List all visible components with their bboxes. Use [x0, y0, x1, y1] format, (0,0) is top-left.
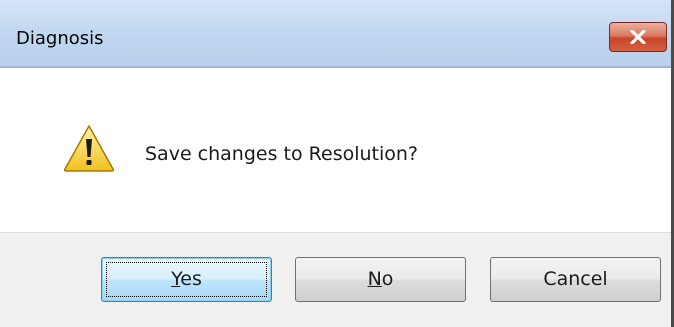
dialog-body: Save changes to Resolution? [0, 68, 671, 232]
close-icon [630, 30, 646, 44]
no-button[interactable]: No [295, 257, 466, 302]
cancel-button[interactable]: Cancel [490, 257, 661, 302]
cancel-label: Cancel [543, 268, 608, 290]
dialog-message: Save changes to Resolution? [145, 143, 419, 165]
close-button[interactable] [609, 22, 667, 52]
window-title: Diagnosis [16, 28, 104, 49]
warning-icon [63, 125, 115, 172]
title-bar[interactable]: Diagnosis [0, 0, 671, 68]
dialog-window: Diagnosis Save changes to Resolution? Ye… [0, 0, 674, 327]
focus-ring [106, 262, 267, 297]
yes-button[interactable]: Yes [101, 257, 272, 302]
no-mnemonic: N [367, 268, 382, 290]
no-label-rest: o [381, 268, 394, 290]
